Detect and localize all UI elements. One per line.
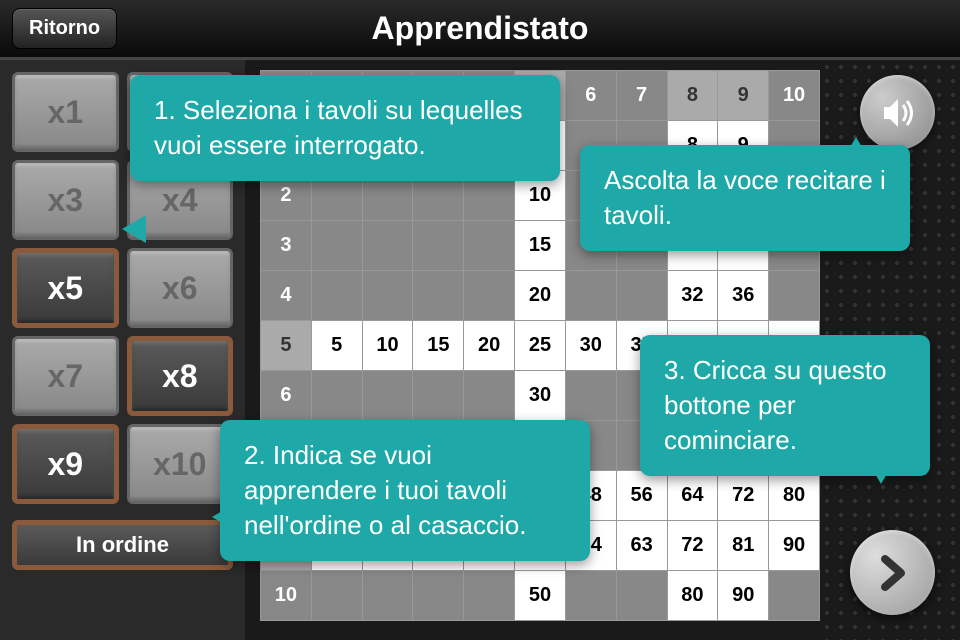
cell: 28 xyxy=(616,271,667,321)
col-header: 7 xyxy=(616,71,667,121)
cell: 10 xyxy=(311,571,362,621)
cell: 81 xyxy=(718,521,769,571)
cell: 40 xyxy=(769,271,820,321)
page-title: Apprendistato xyxy=(372,10,589,47)
row-header: 3 xyxy=(261,221,312,271)
cell: 24 xyxy=(464,371,515,421)
cell: 50 xyxy=(515,571,566,621)
speaker-icon xyxy=(876,91,920,135)
table-button-6[interactable]: x6 xyxy=(127,248,234,328)
col-header: 8 xyxy=(667,71,718,121)
tooltip-select-tables: 1. Seleziona i tavoli su lequelles vuoi … xyxy=(130,75,560,181)
tooltip-order: 2. Indica se vuoi apprendere i tuoi tavo… xyxy=(220,420,590,561)
col-header: 9 xyxy=(718,71,769,121)
cell: 12 xyxy=(464,221,515,271)
table-button-3[interactable]: x3 xyxy=(12,160,119,240)
cell: 90 xyxy=(769,521,820,571)
cell: 30 xyxy=(515,371,566,421)
row-header: 4 xyxy=(261,271,312,321)
cell: 30 xyxy=(413,571,464,621)
back-button[interactable]: Ritorno xyxy=(12,8,117,49)
main: x1x2x3x4x5x6x7x8x9x10 In ordine 12345678… xyxy=(0,60,960,640)
cell: 12 xyxy=(413,271,464,321)
cell: 64 xyxy=(667,471,718,521)
cell: 9 xyxy=(413,221,464,271)
sound-button[interactable] xyxy=(860,75,935,150)
tooltip-start: 3. Cricca su questo bottone per comincia… xyxy=(640,335,930,476)
cell: 4 xyxy=(311,271,362,321)
cell: 15 xyxy=(413,321,464,371)
cell: 6 xyxy=(362,221,413,271)
cell: 72 xyxy=(667,521,718,571)
cell: 20 xyxy=(464,321,515,371)
cell: 60 xyxy=(565,571,616,621)
cell: 10 xyxy=(362,321,413,371)
cell: 5 xyxy=(311,321,362,371)
table-button-9[interactable]: x9 xyxy=(12,424,119,504)
cell: 24 xyxy=(565,271,616,321)
cell: 18 xyxy=(413,371,464,421)
cell: 15 xyxy=(515,221,566,271)
cell: 40 xyxy=(464,571,515,621)
row-header: 6 xyxy=(261,371,312,421)
cell: 80 xyxy=(769,471,820,521)
tooltip-listen: Ascolta la voce recitare i tavoli. xyxy=(580,145,910,251)
cell: 20 xyxy=(362,571,413,621)
cell: 72 xyxy=(718,471,769,521)
cell: 56 xyxy=(616,471,667,521)
cell: 30 xyxy=(565,321,616,371)
chevron-right-icon xyxy=(873,553,913,593)
col-header: 10 xyxy=(769,71,820,121)
col-header: 6 xyxy=(565,71,616,121)
table-button-8[interactable]: x8 xyxy=(127,336,234,416)
cell: 90 xyxy=(718,571,769,621)
cell: 3 xyxy=(311,221,362,271)
table-button-5[interactable]: x5 xyxy=(12,248,119,328)
cell: 36 xyxy=(718,271,769,321)
cell: 100 xyxy=(769,571,820,621)
cell: 12 xyxy=(362,371,413,421)
cell: 25 xyxy=(515,321,566,371)
cell: 20 xyxy=(515,271,566,321)
cell: 80 xyxy=(667,571,718,621)
start-button[interactable] xyxy=(850,530,935,615)
cell: 32 xyxy=(667,271,718,321)
row-header: 10 xyxy=(261,571,312,621)
table-button-7[interactable]: x7 xyxy=(12,336,119,416)
cell: 8 xyxy=(362,271,413,321)
cell: 6 xyxy=(311,371,362,421)
cell: 36 xyxy=(565,371,616,421)
table-button-1[interactable]: x1 xyxy=(12,72,119,152)
row-header: 5 xyxy=(261,321,312,371)
header: Ritorno Apprendistato xyxy=(0,0,960,60)
table-button-10[interactable]: x10 xyxy=(127,424,234,504)
cell: 16 xyxy=(464,271,515,321)
cell: 63 xyxy=(616,521,667,571)
cell: 70 xyxy=(616,571,667,621)
